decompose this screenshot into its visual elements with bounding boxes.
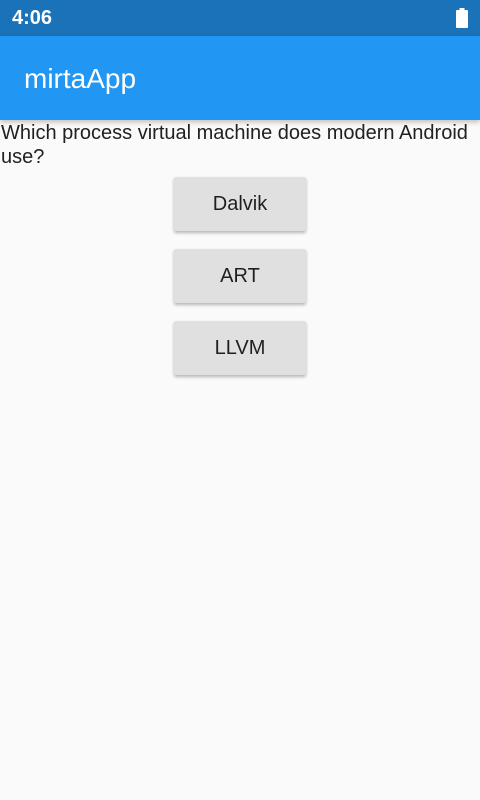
answer-button-dalvik[interactable]: Dalvik <box>174 177 306 231</box>
battery-full-icon <box>456 8 468 28</box>
app-bar: mirtaApp <box>0 36 480 120</box>
answer-button-llvm[interactable]: LLVM <box>174 321 306 375</box>
app-title: mirtaApp <box>24 63 137 94</box>
answer-button-art[interactable]: ART <box>174 249 306 303</box>
status-bar: 4:06 <box>0 0 480 36</box>
question-text: Which process virtual machine does moder… <box>1 122 468 168</box>
status-time: 4:06 <box>12 7 53 29</box>
